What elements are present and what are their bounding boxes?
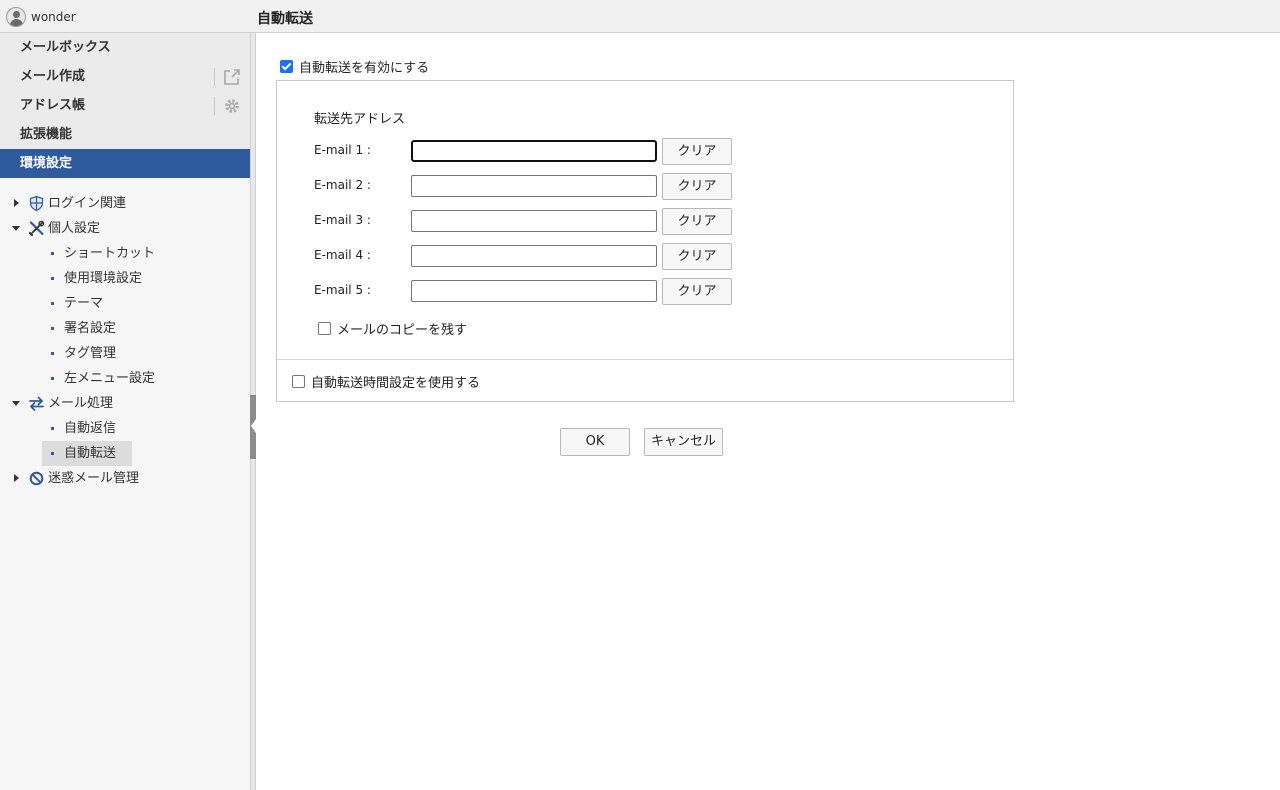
user-menu[interactable]: wonder (6, 7, 76, 27)
avatar-icon (6, 7, 26, 27)
gear-icon[interactable] (222, 96, 242, 116)
tree-subitem-label: 使用環境設定 (64, 271, 143, 286)
tree-subitem-signature[interactable]: 署名設定 (0, 316, 250, 341)
menu-item-label: アドレス帳 (20, 98, 86, 113)
tree-subitem-left-menu[interactable]: 左メニュー設定 (0, 366, 250, 391)
section-label: 転送先アドレス (314, 112, 406, 127)
tree-subitem-label: ショートカット (64, 246, 156, 261)
menu-item-label: 環境設定 (20, 156, 73, 171)
collapse-toggle[interactable] (12, 391, 22, 416)
ok-button[interactable]: OK (560, 428, 630, 456)
tree-item-label: ログイン関連 (48, 196, 127, 211)
menu-item-label: メールボックス (20, 40, 111, 55)
tools-icon (28, 220, 45, 237)
email-label: E-mail 2 : (314, 178, 371, 192)
panel-divider (277, 359, 1013, 360)
tree-subitem-label: 自動転送 (64, 446, 117, 461)
bullet (51, 252, 54, 255)
clear-button-3[interactable]: クリア (662, 208, 732, 235)
bullet (51, 427, 54, 430)
shield-icon (29, 195, 44, 212)
email-field-4[interactable] (411, 245, 657, 267)
cancel-button[interactable]: キャンセル (644, 428, 723, 456)
collapse-toggle[interactable] (12, 216, 22, 241)
email-field-3[interactable] (411, 210, 657, 232)
external-link-icon[interactable] (222, 67, 242, 87)
menu-item-label: 拡張機能 (20, 127, 73, 142)
email-field-2[interactable] (411, 175, 657, 197)
menu-separator (214, 68, 215, 86)
keep-copy-checkbox[interactable] (318, 321, 331, 335)
main-content: 自動転送を有効にする 転送先アドレス E-mail 1 : クリア E-mail… (256, 33, 1280, 790)
menu-item-settings[interactable]: 環境設定 (0, 149, 250, 178)
tree-subitem-label: 自動返信 (64, 421, 117, 436)
block-icon (29, 471, 44, 486)
tree-item-label: 迷惑メール管理 (48, 471, 140, 486)
menu-item-label: メール作成 (20, 69, 86, 84)
clear-button-1[interactable]: クリア (662, 138, 732, 165)
tree-subitem-environment[interactable]: 使用環境設定 (0, 266, 250, 291)
swap-arrows-icon (29, 396, 44, 411)
forward-settings-panel: 転送先アドレス E-mail 1 : クリア E-mail 2 : クリア E-… (276, 80, 1014, 402)
tree-item-label: 個人設定 (48, 221, 101, 236)
bullet (51, 352, 54, 355)
tree-subitem-theme[interactable]: テーマ (0, 291, 250, 316)
sidebar: メールボックス メール作成 アドレス帳 拡張機能 環境設定 ログイン関連 個人設… (0, 33, 250, 790)
email-label: E-mail 4 : (314, 248, 371, 262)
clear-button-5[interactable]: クリア (662, 278, 732, 305)
email-label: E-mail 3 : (314, 213, 371, 227)
menu-item-compose[interactable]: メール作成 (0, 62, 250, 91)
tree-subitem-shortcut[interactable]: ショートカット (0, 241, 250, 266)
bullet (51, 302, 54, 305)
email-field-1[interactable] (411, 140, 657, 162)
tree-item-login[interactable]: ログイン関連 (0, 191, 250, 216)
tree-item-mail-processing[interactable]: メール処理 (0, 391, 250, 416)
keep-copy-option[interactable]: メールのコピーを残す (318, 319, 468, 338)
settings-tree: ログイン関連 個人設定 ショートカット 使用環境設定 テーマ 署名設定 タグ管理… (0, 191, 250, 491)
schedule-checkbox[interactable] (292, 374, 305, 388)
tree-subitem-label: タグ管理 (64, 346, 117, 361)
tree-item-label: メール処理 (48, 396, 114, 411)
tree-subitem-tags[interactable]: タグ管理 (0, 341, 250, 366)
email-field-5[interactable] (411, 280, 657, 302)
enable-forward-label: 自動転送を有効にする (299, 60, 430, 76)
menu-item-extensions[interactable]: 拡張機能 (0, 120, 250, 149)
bullet (51, 452, 54, 455)
expand-toggle[interactable] (12, 191, 22, 216)
menu-item-address-book[interactable]: アドレス帳 (0, 91, 250, 120)
email-label: E-mail 5 : (314, 283, 371, 297)
page-title: 自動転送 (257, 11, 313, 27)
tree-subitem-label: テーマ (64, 296, 104, 311)
main-menu: メールボックス メール作成 アドレス帳 拡張機能 環境設定 (0, 33, 250, 178)
bullet (51, 277, 54, 280)
bullet (51, 327, 54, 330)
bullet (51, 377, 54, 380)
clear-button-2[interactable]: クリア (662, 173, 732, 200)
tree-subitem-label: 左メニュー設定 (64, 371, 156, 386)
tree-subitem-auto-reply[interactable]: 自動返信 (0, 416, 250, 441)
username: wonder (31, 10, 76, 24)
email-label: E-mail 1 : (314, 143, 371, 157)
schedule-option[interactable]: 自動転送時間設定を使用する (292, 372, 481, 391)
clear-button-4[interactable]: クリア (662, 243, 732, 270)
top-bar: wonder 自動転送 (0, 0, 1280, 33)
tree-subitem-auto-forward[interactable]: 自動転送 (0, 441, 250, 466)
tree-subitem-label: 署名設定 (64, 321, 117, 336)
expand-toggle[interactable] (12, 466, 22, 491)
schedule-label: 自動転送時間設定を使用する (311, 375, 481, 391)
enable-forward-checkbox[interactable] (280, 59, 293, 73)
tree-item-spam[interactable]: 迷惑メール管理 (0, 466, 250, 491)
menu-item-mailbox[interactable]: メールボックス (0, 33, 250, 62)
tree-item-personal[interactable]: 個人設定 (0, 216, 250, 241)
keep-copy-label: メールのコピーを残す (337, 322, 468, 338)
enable-forward-option[interactable]: 自動転送を有効にする (280, 57, 430, 76)
menu-separator (214, 97, 215, 115)
